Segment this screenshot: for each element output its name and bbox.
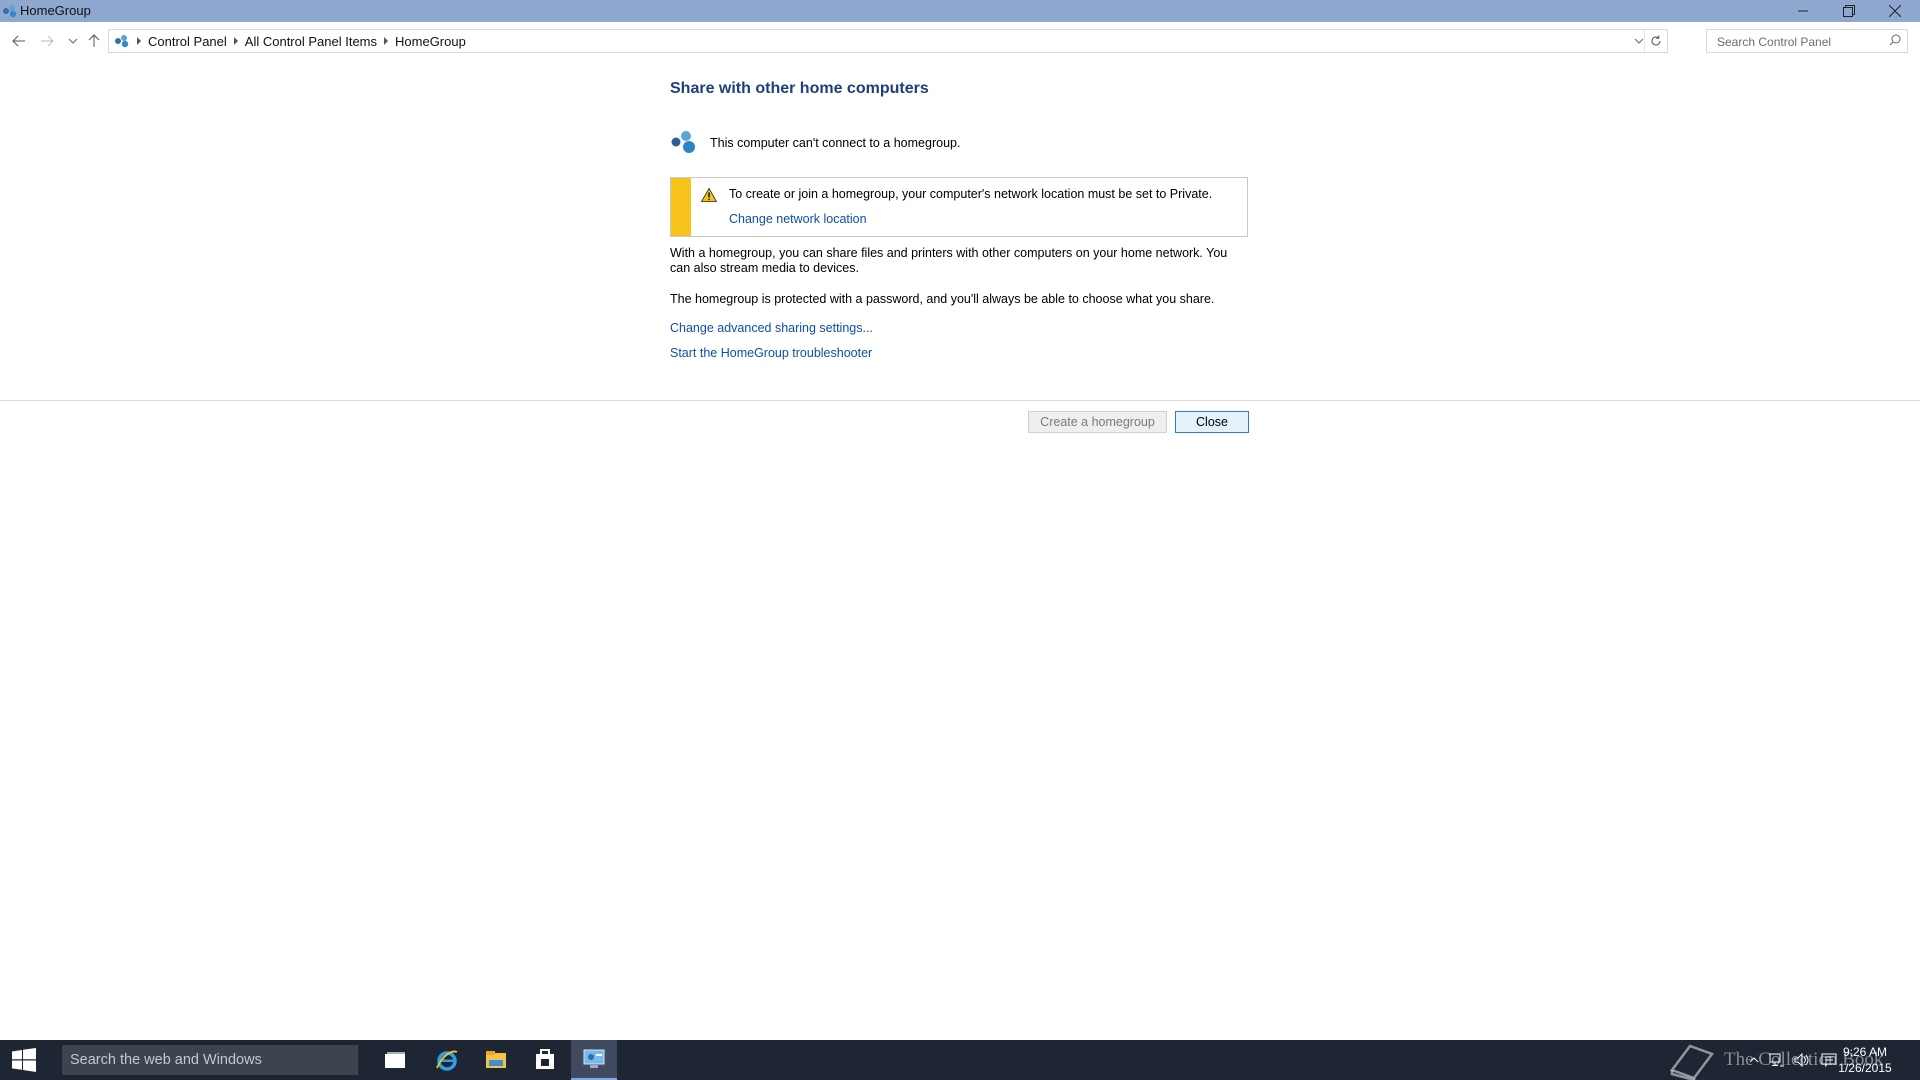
search-icon[interactable] <box>1889 34 1901 49</box>
breadcrumb-homegroup[interactable]: HomeGroup <box>392 34 469 49</box>
warning-icon <box>700 187 718 205</box>
chevron-right-icon[interactable] <box>230 30 242 52</box>
warning-stripe <box>671 178 691 236</box>
taskbar: Search the web and Windows 9:26 AM 1/26/… <box>0 1040 1920 1080</box>
address-bar[interactable]: Control Panel All Control Panel Items Ho… <box>108 29 1668 53</box>
chevron-right-icon[interactable] <box>133 30 145 52</box>
search-box[interactable] <box>1706 29 1908 53</box>
homegroup-icon <box>111 30 133 52</box>
close-button[interactable]: Close <box>1175 411 1249 433</box>
navigation-bar: Control Panel All Control Panel Items Ho… <box>0 28 1920 54</box>
windows-logo-icon <box>12 1048 36 1072</box>
control-panel-icon[interactable] <box>571 1040 617 1080</box>
start-button[interactable] <box>0 1040 48 1080</box>
divider <box>0 400 1920 401</box>
breadcrumb-control-panel[interactable]: Control Panel <box>145 34 230 49</box>
breadcrumb-all-items[interactable]: All Control Panel Items <box>242 34 380 49</box>
restore-button[interactable] <box>1826 0 1872 22</box>
search-input[interactable] <box>1715 31 1889 53</box>
warning-text: To create or join a homegroup, your comp… <box>729 187 1213 201</box>
task-view-icon[interactable] <box>372 1040 418 1080</box>
description-text: With a homegroup, you can share files an… <box>670 246 1228 275</box>
up-button[interactable] <box>85 32 103 50</box>
watermark-text: The Collection Book <box>1724 1049 1884 1070</box>
homegroup-icon <box>2 4 18 18</box>
book-icon <box>1669 1044 1715 1080</box>
store-icon[interactable] <box>522 1040 568 1080</box>
password-info-text: The homegroup is protected with a passwo… <box>670 292 1215 306</box>
minimize-button[interactable] <box>1780 0 1826 22</box>
status-text: This computer can't connect to a homegro… <box>710 136 961 150</box>
window-title: HomeGroup <box>20 3 91 18</box>
title-bar: HomeGroup <box>0 0 1920 22</box>
create-homegroup-button[interactable]: Create a homegroup <box>1028 411 1167 433</box>
internet-explorer-icon[interactable] <box>424 1040 470 1080</box>
troubleshooter-link[interactable]: Start the HomeGroup troubleshooter <box>670 346 872 360</box>
change-network-location-link[interactable]: Change network location <box>729 212 867 226</box>
advanced-sharing-link[interactable]: Change advanced sharing settings... <box>670 321 873 335</box>
forward-button[interactable] <box>38 32 56 50</box>
back-button[interactable] <box>10 32 28 50</box>
file-explorer-icon[interactable] <box>473 1040 519 1080</box>
watermark: The Collection Book <box>1668 1040 1883 1080</box>
page-title: Share with other home computers <box>670 80 929 97</box>
warning-box: To create or join a homegroup, your comp… <box>670 177 1248 237</box>
recent-locations-button[interactable] <box>64 32 82 50</box>
homegroup-status: This computer can't connect to a homegro… <box>670 128 1250 158</box>
chevron-right-icon[interactable] <box>380 30 392 52</box>
close-window-button[interactable] <box>1872 0 1918 22</box>
refresh-button[interactable] <box>1644 30 1667 52</box>
taskbar-search-box[interactable]: Search the web and Windows <box>62 1045 358 1075</box>
homegroup-icon <box>670 128 700 158</box>
